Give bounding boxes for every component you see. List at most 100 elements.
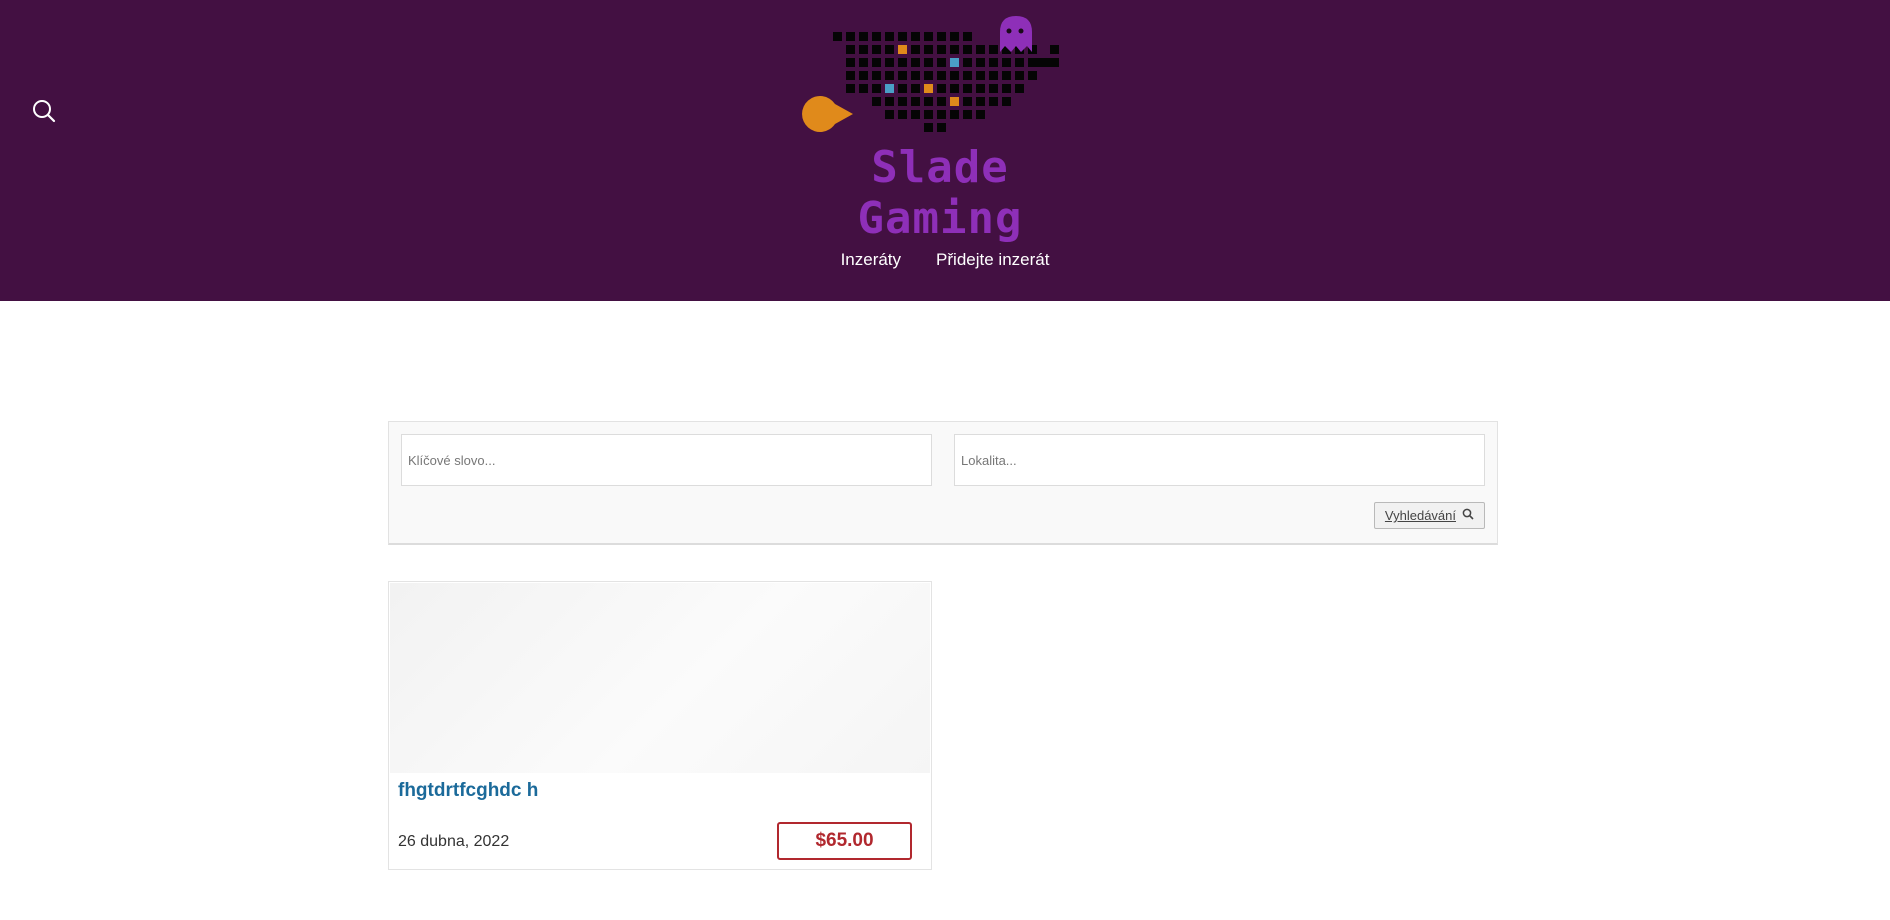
logo-pixel <box>898 45 907 54</box>
listing-search-form: Vyhledávání <box>388 421 1498 545</box>
logo-pixel <box>924 45 933 54</box>
logo-pixel <box>924 84 933 93</box>
main-nav: Inzeráty Přidejte inzerát <box>0 250 1890 270</box>
logo-pixel <box>911 71 920 80</box>
logo-pixel <box>1037 58 1046 67</box>
site-logo[interactable]: Slade Gaming <box>795 10 1105 244</box>
nav-item-add-listing[interactable]: Přidejte inzerát <box>936 250 1049 270</box>
logo-pixel <box>898 32 907 41</box>
logo-pixel <box>911 45 920 54</box>
logo-pixel <box>937 32 946 41</box>
logo-pixel <box>976 71 985 80</box>
logo-pixel <box>924 58 933 67</box>
search-icon[interactable] <box>30 97 58 125</box>
logo-pixel <box>989 58 998 67</box>
logo-pixel <box>885 97 894 106</box>
logo-pixel <box>872 58 881 67</box>
logo-pixel <box>885 110 894 119</box>
logo-pixel-art <box>802 16 1059 132</box>
logo-pixel <box>872 97 881 106</box>
logo-pixel <box>963 45 972 54</box>
search-button[interactable]: Vyhledávání <box>1373 502 1485 529</box>
logo-pixel <box>924 97 933 106</box>
logo-pixel <box>937 84 946 93</box>
logo-pixel <box>924 110 933 119</box>
logo-pixel <box>963 58 972 67</box>
logo-text: Slade Gaming <box>857 142 1023 244</box>
logo-pixel <box>950 97 959 106</box>
logo-pixel <box>1002 58 1011 67</box>
nav-item-listings[interactable]: Inzeráty <box>841 250 901 270</box>
logo-pixel <box>885 71 894 80</box>
logo-pixel <box>924 123 933 132</box>
logo-pixel <box>937 97 946 106</box>
logo-pixel <box>846 84 855 93</box>
logo-pixel <box>898 58 907 67</box>
logo-pixel <box>846 32 855 41</box>
logo-pixel <box>911 97 920 106</box>
pacman-icon <box>802 96 853 132</box>
location-input[interactable] <box>954 434 1485 486</box>
listing-title[interactable]: fhgtdrtfcghdc h <box>398 780 538 802</box>
search-icon <box>1462 508 1474 523</box>
logo-pixel <box>976 84 985 93</box>
logo-pixel <box>885 58 894 67</box>
logo-pixel <box>911 58 920 67</box>
logo-pixel <box>937 58 946 67</box>
logo-pixel <box>872 84 881 93</box>
listing-image-placeholder[interactable] <box>390 583 930 773</box>
logo-pixel <box>1015 84 1024 93</box>
logo-pixel <box>898 110 907 119</box>
logo-pixel <box>924 32 933 41</box>
logo-pixel <box>872 32 881 41</box>
logo-pixel <box>950 71 959 80</box>
logo-pixel <box>963 32 972 41</box>
logo-pixel <box>989 45 998 54</box>
logo-pixel <box>885 32 894 41</box>
logo-pixel <box>963 110 972 119</box>
logo-pixel <box>1002 71 1011 80</box>
logo-pixel <box>833 32 842 41</box>
logo-pixel <box>950 84 959 93</box>
logo-pixel <box>846 45 855 54</box>
logo-pixel <box>950 45 959 54</box>
site-header: Slade Gaming Inzeráty Přidejte inzerát <box>0 0 1890 301</box>
logo-pixel <box>898 71 907 80</box>
listing-date: 26 dubna, 2022 <box>398 833 510 850</box>
logo-pixel <box>1015 58 1024 67</box>
logo-pixel <box>846 58 855 67</box>
logo-pixel <box>1002 97 1011 106</box>
listing-price: $65.00 <box>777 822 912 860</box>
logo-pixel <box>976 97 985 106</box>
logo-pixel <box>989 71 998 80</box>
logo-pixel <box>950 110 959 119</box>
logo-pixel <box>1050 58 1059 67</box>
logo-pixel <box>963 97 972 106</box>
keyword-input[interactable] <box>401 434 932 486</box>
logo-pixel <box>885 45 894 54</box>
logo-pixel <box>937 45 946 54</box>
logo-pixel <box>859 32 868 41</box>
logo-pixel <box>963 71 972 80</box>
logo-pixel <box>976 110 985 119</box>
logo-pixel <box>937 110 946 119</box>
logo-pixel <box>976 45 985 54</box>
logo-pixel <box>937 71 946 80</box>
logo-pixel <box>911 32 920 41</box>
logo-pixel <box>950 32 959 41</box>
ghost-eye <box>1018 28 1024 34</box>
search-button-label: Vyhledávání <box>1384 508 1456 523</box>
logo-pixel <box>1050 45 1059 54</box>
logo-pixel <box>976 58 985 67</box>
logo-pixel <box>1028 58 1037 67</box>
logo-pixel <box>859 45 868 54</box>
logo-pixel <box>963 84 972 93</box>
logo-pixel <box>846 71 855 80</box>
listing-card: fhgtdrtfcghdc h 26 dubna, 2022 $65.00 <box>388 581 932 870</box>
logo-pixel <box>1015 71 1024 80</box>
logo-pixel <box>989 97 998 106</box>
logo-pixel <box>859 84 868 93</box>
logo-pixel <box>1028 71 1037 80</box>
logo-pixel <box>859 71 868 80</box>
logo-pixel <box>989 84 998 93</box>
